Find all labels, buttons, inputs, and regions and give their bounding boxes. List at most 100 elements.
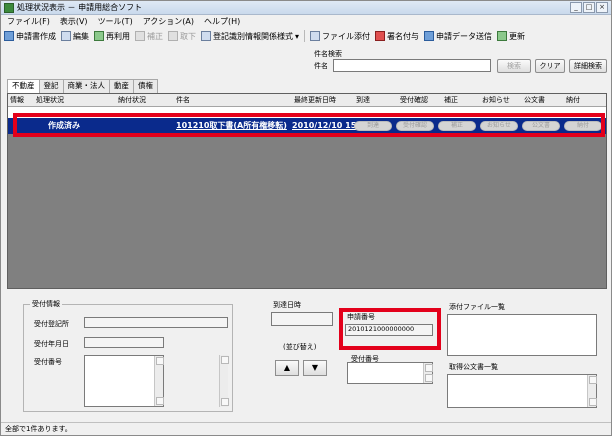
receipt-number-list[interactable] (84, 355, 164, 407)
category-tabs: 不動産 登記 商業・法人 動産 債権 (7, 79, 158, 93)
receipt-number-label: 受付番号 (34, 358, 62, 366)
scrollbar[interactable] (219, 355, 229, 407)
detail-search-button[interactable]: 詳細検索 (569, 59, 607, 73)
col-info[interactable]: 情報 (10, 94, 24, 107)
clear-button[interactable]: クリア (535, 59, 565, 73)
app-icon (4, 3, 14, 13)
tab-movables[interactable]: 動産 (109, 79, 134, 93)
tab-registration[interactable]: 登記 (38, 79, 64, 93)
col-payment-status[interactable]: 納付状況 (118, 94, 146, 107)
correct-icon (135, 31, 145, 41)
maximize-button[interactable]: □ (583, 2, 595, 13)
scrollbar[interactable] (154, 356, 164, 406)
search-area: 件名検索 件名 検索 クリア 詳細検索 (1, 47, 611, 77)
toolbar-separator (304, 30, 306, 42)
reuse-icon (94, 31, 104, 41)
attach-icon (310, 31, 321, 41)
title-bar: 処理状況表示 － 申請用総合ソフト _ □ × (1, 1, 611, 15)
correct-button[interactable]: 補正 (135, 31, 163, 42)
receipt-date-label: 受付年月日 (34, 340, 69, 348)
menu-tools[interactable]: ツール(T) (98, 15, 133, 28)
col-correction[interactable]: 補正 (444, 94, 458, 107)
toolbar: 申請書作成 編集 再利用 補正 取下 登記識別情報関係様式 ▾ ファイル添付 署名… (1, 28, 611, 44)
tab-real-estate[interactable]: 不動産 (7, 79, 40, 93)
sort-label: (並び替え) (283, 343, 317, 351)
attach-file-button[interactable]: ファイル添付 (310, 31, 370, 42)
table-row-selected[interactable]: 作成済み 101210取下書(A所有権移転) 2010/12/10 15:30 … (8, 118, 606, 134)
close-button[interactable]: × (596, 2, 608, 13)
refresh-icon (497, 31, 508, 41)
registration-forms-button[interactable]: 登記識別情報関係様式 ▾ (201, 31, 299, 42)
table-row[interactable] (8, 107, 606, 118)
reuse-button[interactable]: 再利用 (94, 31, 130, 42)
receipt-date-field (84, 337, 164, 348)
receipt-info-title: 受付情報 (30, 299, 62, 309)
receipt-info-group: 受付情報 受付登記所 受付年月日 受付番号 (23, 299, 233, 412)
sign-icon (375, 31, 386, 41)
receipt-office-field (84, 317, 228, 328)
notice-action-button[interactable]: お知らせ (480, 121, 518, 131)
arrival-action-button[interactable]: 到達 (354, 121, 392, 131)
detail-panel: 受付情報 受付登記所 受付年月日 受付番号 到達日時 (並び替え) ▲ ▼ 申請… (7, 294, 607, 416)
col-receipt-confirm[interactable]: 受付確認 (400, 94, 428, 107)
application-number-group: 申請番号 2010121000000000 受付番号 (337, 304, 439, 412)
send-icon (424, 31, 435, 41)
dropdown-icon: ▾ (295, 31, 300, 41)
send-data-button[interactable]: 申請データ送信 (424, 31, 492, 42)
official-docs-list[interactable] (447, 374, 597, 408)
col-arrival[interactable]: 到達 (356, 94, 370, 107)
sort-up-button[interactable]: ▲ (275, 360, 299, 376)
arrival-title: 到達日時 (271, 300, 303, 310)
search-heading: 件名検索 (314, 50, 342, 58)
receipt-confirm-action-button[interactable]: 受付確認 (396, 121, 434, 131)
form-icon (201, 31, 211, 41)
minimize-button[interactable]: _ (570, 2, 582, 13)
receipt-office-label: 受付登記所 (34, 320, 69, 328)
menu-help[interactable]: ヘルプ(H) (204, 15, 240, 28)
correction-action-button[interactable]: 補正 (438, 121, 476, 131)
col-subject[interactable]: 件名 (176, 94, 190, 107)
application-number-label: 申請番号 (347, 313, 375, 321)
edit-icon (61, 31, 71, 41)
col-official-doc[interactable]: 公文書 (524, 94, 545, 107)
menu-bar: ファイル(F) 表示(V) ツール(T) アクション(A) ヘルプ(H) (1, 15, 611, 28)
scrollbar[interactable] (587, 375, 597, 407)
payment-action-button[interactable]: 納付 (564, 121, 602, 131)
receipt-no-list[interactable] (347, 362, 433, 384)
attachments-group: 添付ファイル一覧 取得公文書一覧 (445, 302, 603, 412)
col-updated[interactable]: 最終更新日時 (294, 94, 336, 107)
attachments-title: 添付ファイル一覧 (447, 302, 507, 312)
col-payment[interactable]: 納付 (566, 94, 580, 107)
application-number-field: 2010121000000000 (345, 324, 433, 336)
app-window: 処理状況表示 － 申請用総合ソフト _ □ × ファイル(F) 表示(V) ツー… (0, 0, 612, 436)
tab-commercial[interactable]: 商業・法人 (62, 79, 110, 93)
withdraw-button[interactable]: 取下 (168, 31, 196, 42)
arrival-group: 到達日時 (並び替え) ▲ ▼ (269, 300, 335, 412)
edit-button[interactable]: 編集 (61, 31, 89, 42)
row-subject-link[interactable]: 101210取下書(A所有権移転) (176, 118, 287, 134)
sign-button[interactable]: 署名付与 (375, 31, 419, 42)
list-header: 情報 処理状況 納付状況 件名 最終更新日時 到達 受付確認 補正 お知らせ 公… (8, 94, 606, 107)
scrollbar[interactable] (423, 363, 433, 383)
col-notice[interactable]: お知らせ (482, 94, 510, 107)
menu-action[interactable]: アクション(A) (143, 15, 194, 28)
status-bar: 全部で1件あります。 (1, 422, 611, 435)
row-status: 作成済み (48, 121, 80, 130)
refresh-button[interactable]: 更新 (497, 31, 525, 42)
receipt-number-spacer (168, 355, 229, 407)
create-application-button[interactable]: 申請書作成 (4, 31, 56, 42)
menu-view[interactable]: 表示(V) (60, 15, 88, 28)
search-button[interactable]: 検索 (497, 59, 531, 73)
menu-file[interactable]: ファイル(F) (7, 15, 50, 28)
window-controls: _ □ × (570, 2, 608, 13)
official-docs-title: 取得公文書一覧 (447, 362, 500, 372)
attachments-list[interactable] (447, 314, 597, 356)
subject-search-input[interactable] (333, 59, 491, 72)
sort-down-button[interactable]: ▼ (303, 360, 327, 376)
application-list: 情報 処理状況 納付状況 件名 最終更新日時 到達 受付確認 補正 お知らせ 公… (7, 93, 607, 289)
search-label: 件名 (314, 62, 328, 70)
document-new-icon (4, 31, 14, 41)
tab-receivables[interactable]: 債権 (133, 79, 158, 93)
col-status[interactable]: 処理状況 (36, 94, 64, 107)
official-doc-action-button[interactable]: 公文書 (522, 121, 560, 131)
